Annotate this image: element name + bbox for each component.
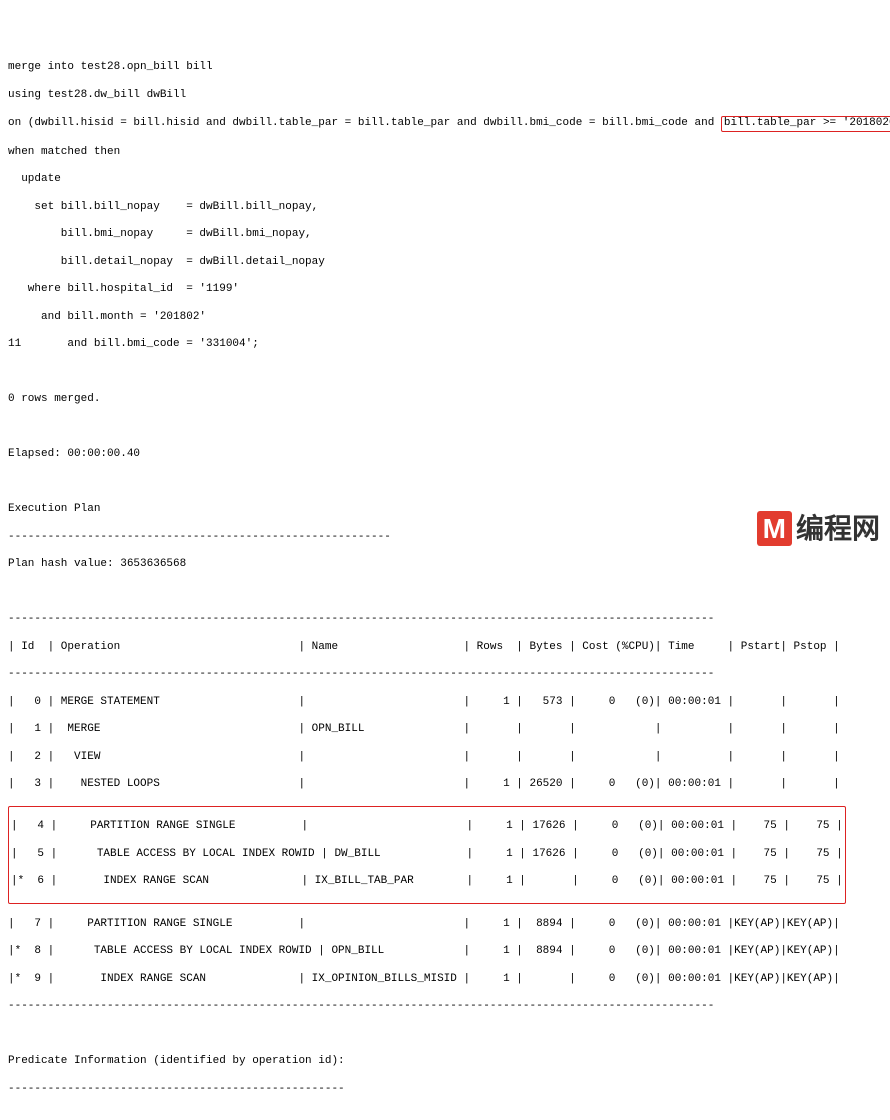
sql-text: on (dwbill.hisid = bill.hisid and dwbill… [8, 117, 721, 129]
predicate-title: Predicate Information (identified by ope… [8, 1055, 882, 1069]
plan-row: | 5 | TABLE ACCESS BY LOCAL INDEX ROWID … [11, 848, 843, 862]
logo-mark-icon: M [757, 511, 792, 546]
sql-line: when matched then [8, 146, 882, 160]
plan-row: |* 6 | INDEX RANGE SCAN | IX_BILL_TAB_PA… [11, 875, 843, 889]
sql-line: on (dwbill.hisid = bill.hisid and dwbill… [8, 116, 882, 132]
elapsed: Elapsed: 00:00:00.40 [8, 448, 882, 462]
plan-sep: ----------------------------------------… [8, 1000, 882, 1014]
highlight-where-clause: bill.table_par >= '20180201' and bill.ta… [721, 116, 890, 132]
sql-line: set bill.bill_nopay = dwBill.bill_nopay, [8, 201, 882, 215]
plan-sep: ----------------------------------------… [8, 613, 882, 627]
plan-row: |* 8 | TABLE ACCESS BY LOCAL INDEX ROWID… [8, 945, 882, 959]
exec-plan-title: Execution Plan [8, 503, 882, 517]
blank [8, 421, 882, 435]
sql-line: update [8, 173, 882, 187]
logo-text: 编程网 [796, 513, 880, 544]
plan-hash: Plan hash value: 3653636568 [8, 558, 882, 572]
plan-row: | 0 | MERGE STATEMENT | | 1 | 573 | 0 (0… [8, 696, 882, 710]
plan-row: | 3 | NESTED LOOPS | | 1 | 26520 | 0 (0)… [8, 778, 882, 792]
plan-header: | Id | Operation | Name | Rows | Bytes |… [8, 641, 882, 655]
plan-row: | 1 | MERGE | OPN_BILL | | | | | | | [8, 723, 882, 737]
highlight-plan-partition: | 4 | PARTITION RANGE SINGLE | | 1 | 176… [8, 806, 846, 904]
rule: ----------------------------------------… [8, 1083, 882, 1097]
blank [8, 1110, 882, 1120]
sql-line: merge into test28.opn_bill bill [8, 61, 882, 75]
plan-row: | 2 | VIEW | | | | | | | | [8, 751, 882, 765]
blank [8, 586, 882, 600]
plan-row: | 4 | PARTITION RANGE SINGLE | | 1 | 176… [11, 820, 843, 834]
site-logo: M编程网 [757, 511, 880, 546]
sql-line: and bill.month = '201802' [8, 311, 882, 325]
sql-line: bill.bmi_nopay = dwBill.bmi_nopay, [8, 228, 882, 242]
sql-line: using test28.dw_bill dwBill [8, 89, 882, 103]
rule: ----------------------------------------… [8, 531, 882, 545]
sql-line: bill.detail_nopay = dwBill.detail_nopay [8, 256, 882, 270]
sql-line: where bill.hospital_id = '1199' [8, 283, 882, 297]
plan-sep: ----------------------------------------… [8, 668, 882, 682]
rows-merged: 0 rows merged. [8, 393, 882, 407]
plan-row: |* 9 | INDEX RANGE SCAN | IX_OPINION_BIL… [8, 973, 882, 987]
plan-row: | 7 | PARTITION RANGE SINGLE | | 1 | 889… [8, 918, 882, 932]
blank [8, 366, 882, 380]
sql-line: 11 and bill.bmi_code = '331004'; [8, 338, 882, 352]
blank [8, 476, 882, 490]
blank [8, 1028, 882, 1042]
